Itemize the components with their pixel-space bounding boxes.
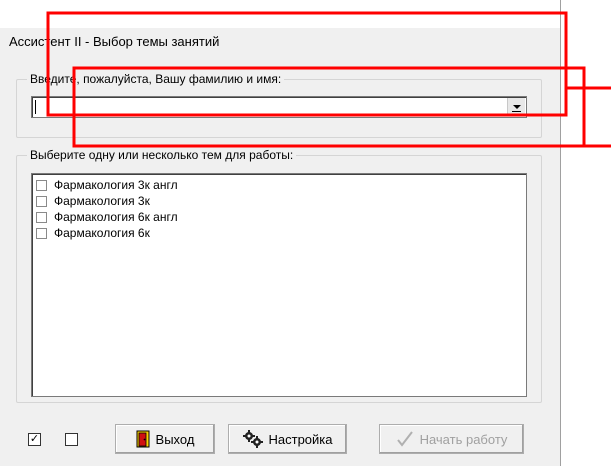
annotation-box-input <box>72 66 586 148</box>
annotation-box-title <box>46 11 568 117</box>
annotation-overlay <box>46 11 611 148</box>
